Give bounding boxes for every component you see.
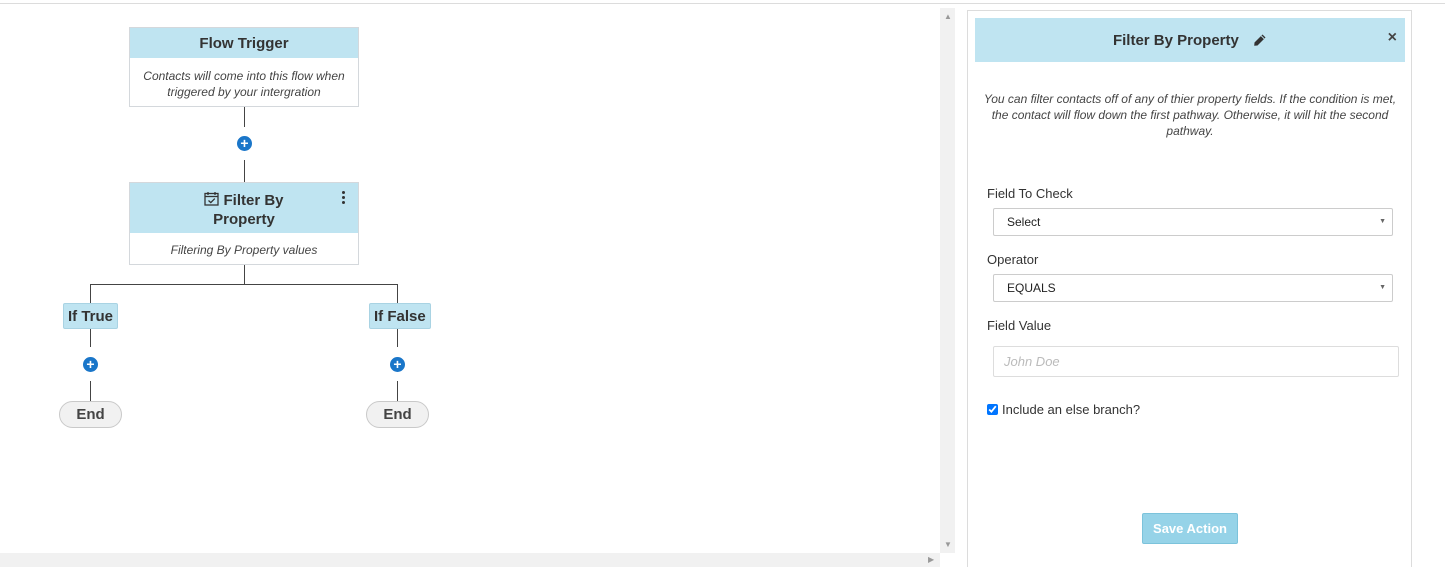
panel-title-row: Filter By Property bbox=[975, 32, 1405, 51]
if-false-branch[interactable]: If False bbox=[369, 303, 431, 329]
scroll-right-icon[interactable]: ▶ bbox=[928, 555, 934, 564]
connector-line bbox=[244, 107, 245, 127]
close-icon[interactable]: × bbox=[1388, 29, 1397, 47]
connector-line bbox=[397, 381, 398, 401]
if-true-branch[interactable]: If True bbox=[63, 303, 119, 329]
save-action-button[interactable]: Save Action bbox=[1142, 513, 1238, 544]
panel-description: You can filter contacts off of any of th… bbox=[983, 92, 1397, 138]
end-node-false: End bbox=[366, 401, 429, 428]
field-to-check-select[interactable]: Select ▼ bbox=[993, 208, 1393, 236]
else-branch-label: Include an else branch? bbox=[1002, 402, 1141, 417]
branch-split-line bbox=[90, 284, 398, 285]
flow-canvas[interactable]: Flow Trigger Contacts will come into thi… bbox=[0, 4, 940, 553]
add-step-icon[interactable]: + bbox=[237, 136, 252, 151]
chevron-down-icon: ▼ bbox=[1379, 218, 1386, 225]
operator-label: Operator bbox=[987, 252, 1039, 267]
flow-trigger-description: Contacts will come into this flow when t… bbox=[143, 69, 345, 99]
action-settings-panel: Filter By Property × You can filter cont… bbox=[967, 10, 1412, 567]
filter-node-title-line1: Filter By bbox=[223, 192, 284, 209]
filter-by-property-node[interactable]: Filter By Property Filtering By Property… bbox=[129, 182, 359, 265]
field-to-check-label: Field To Check bbox=[987, 186, 1073, 201]
filter-node-header: Filter By Property bbox=[130, 183, 358, 233]
filter-node-description: Filtering By Property values bbox=[170, 243, 318, 257]
calendar-check-icon bbox=[204, 191, 220, 211]
operator-select[interactable]: EQUALS ▼ bbox=[993, 274, 1393, 302]
field-to-check-value: Select bbox=[1007, 215, 1041, 229]
connector-line bbox=[397, 329, 398, 347]
filter-node-title-line2: Property bbox=[213, 211, 275, 228]
connector-line bbox=[244, 265, 245, 284]
chevron-down-icon: ▼ bbox=[1379, 284, 1386, 291]
else-branch-checkbox[interactable] bbox=[987, 404, 998, 415]
node-menu-icon[interactable] bbox=[342, 191, 346, 206]
operator-value: EQUALS bbox=[1007, 281, 1056, 295]
else-branch-option[interactable]: Include an else branch? bbox=[987, 402, 1140, 417]
end-node-true: End bbox=[59, 401, 122, 428]
connector-line bbox=[90, 381, 91, 401]
scroll-up-icon[interactable]: ▲ bbox=[944, 12, 952, 21]
scroll-down-icon[interactable]: ▼ bbox=[944, 540, 952, 549]
field-value-label: Field Value bbox=[987, 318, 1052, 333]
add-step-icon[interactable]: + bbox=[83, 357, 98, 372]
panel-title: Filter By Property bbox=[1112, 32, 1239, 49]
connector-line bbox=[244, 160, 245, 182]
panel-header: Filter By Property × bbox=[975, 18, 1405, 62]
connector-line bbox=[397, 284, 398, 303]
flow-trigger-node[interactable]: Flow Trigger Contacts will come into thi… bbox=[129, 27, 359, 107]
canvas-vertical-scrollbar[interactable]: ▲ ▼ bbox=[940, 8, 955, 553]
connector-line bbox=[90, 284, 91, 303]
connector-line bbox=[90, 329, 91, 347]
field-value-input[interactable] bbox=[993, 346, 1399, 377]
pencil-icon[interactable] bbox=[1253, 33, 1267, 51]
canvas-horizontal-scrollbar[interactable]: ▶ bbox=[0, 553, 940, 567]
add-step-icon[interactable]: + bbox=[390, 357, 405, 372]
flow-trigger-title: Flow Trigger bbox=[130, 28, 358, 58]
